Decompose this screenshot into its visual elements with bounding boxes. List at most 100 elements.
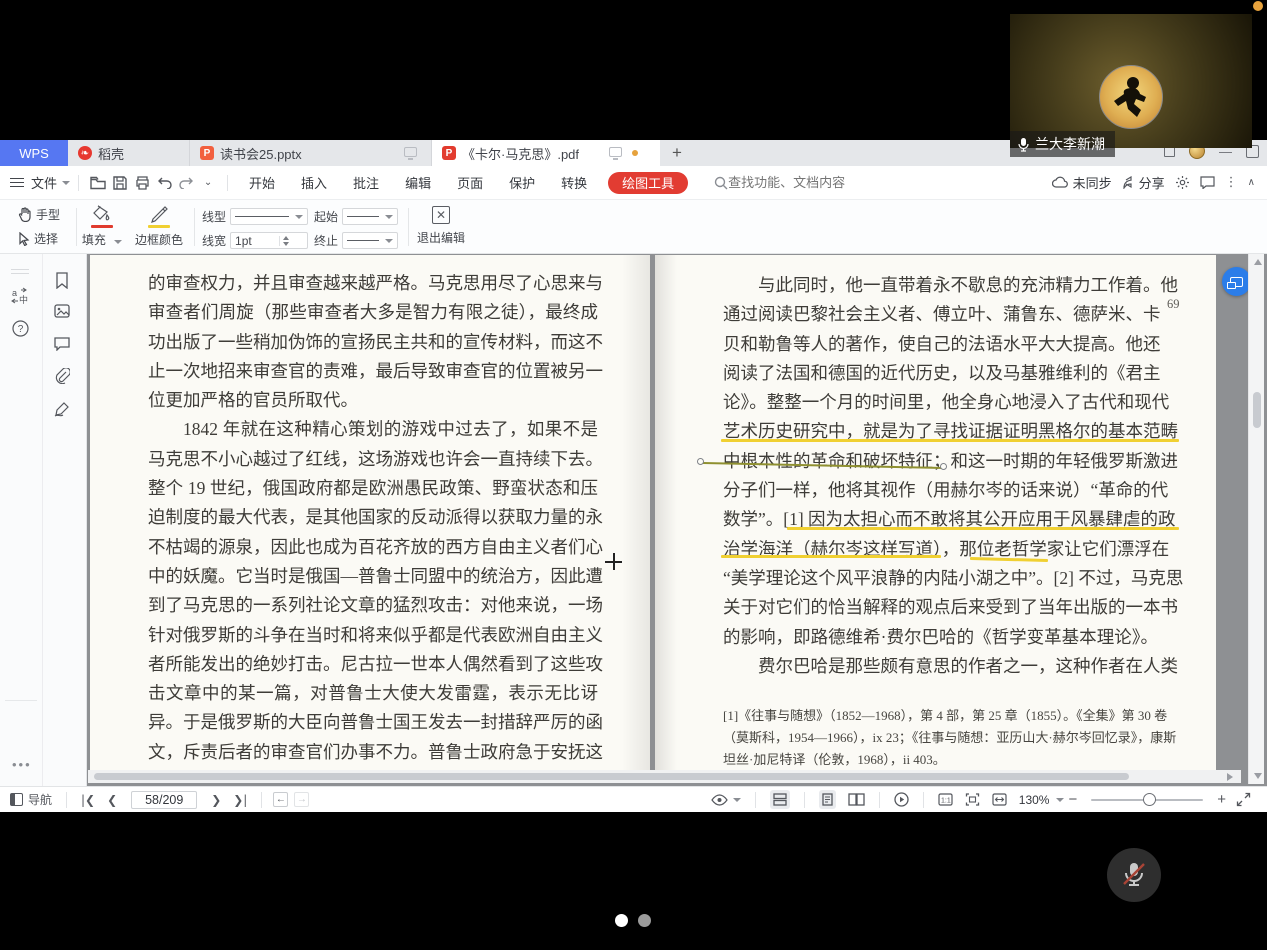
participant-video-tile[interactable]: 兰大李新潮: [1010, 14, 1252, 148]
floating-tool-button[interactable]: [1222, 267, 1251, 296]
annotation-handle-end[interactable]: [940, 463, 947, 470]
divider: [755, 792, 756, 808]
arrow-start-dropdown[interactable]: [342, 208, 398, 225]
text-line: “美学理论这个风平浪静的内陆小湖之中”。[2] 不过，马克思: [723, 564, 1158, 593]
cloud-sync-icon: [1052, 176, 1069, 189]
pdf-page-left: 的审查权力，并且审查越来越严格。马克思用尽了心思来与 审查者们周旋（那些审查者大…: [90, 255, 650, 772]
zoom-dropdown-icon[interactable]: [1056, 798, 1064, 802]
save-icon[interactable]: [110, 173, 130, 193]
participant-avatar: [1099, 65, 1163, 129]
spinner-arrows[interactable]: [279, 236, 289, 246]
redo-icon[interactable]: [176, 173, 196, 193]
horizontal-scroll-thumb[interactable]: [94, 773, 1129, 780]
line-width-input[interactable]: [235, 234, 275, 248]
vertical-scrollbar[interactable]: [1248, 254, 1264, 784]
page-indicator-input[interactable]: [131, 791, 197, 809]
menu-annotate[interactable]: 批注: [340, 173, 392, 192]
first-page-button[interactable]: |❮: [75, 793, 101, 807]
zoom-out-button[interactable]: −: [1064, 791, 1081, 808]
tab-docer[interactable]: ❧ 稻壳: [68, 140, 190, 166]
fit-page-button[interactable]: [965, 793, 980, 806]
arrow-end-dropdown[interactable]: [342, 232, 398, 249]
page-dot-active[interactable]: [615, 914, 628, 927]
help-icon[interactable]: ?: [12, 320, 29, 337]
zoom-value[interactable]: 130%: [1019, 793, 1050, 807]
select-tool[interactable]: 选择: [18, 230, 58, 247]
vertical-scroll-thumb[interactable]: [1253, 392, 1261, 428]
play-slideshow-button[interactable]: [894, 792, 909, 807]
text-line: 止一次地招来审查官的责难，最后导致审查官的位置被另一: [148, 357, 598, 386]
horizontal-scrollbar[interactable]: [88, 770, 1241, 783]
image-icon[interactable]: [54, 304, 70, 318]
highlight-underline[interactable]: [787, 527, 1179, 530]
sync-status[interactable]: 未同步: [1052, 173, 1112, 192]
bookmark-icon[interactable]: [55, 272, 69, 289]
menu-convert[interactable]: 转换: [548, 173, 600, 192]
text-line: 针对俄罗斯的斗争在当时和将来似乎都是代表欧洲自由主义: [148, 621, 598, 650]
translate-icon[interactable]: a中: [11, 287, 29, 305]
exit-edit-button[interactable]: ✕ 退出编辑: [412, 206, 470, 246]
actual-size-button[interactable]: 1:1: [938, 793, 953, 806]
annotation-handle-start[interactable]: [697, 458, 704, 465]
two-page-view-button[interactable]: [848, 793, 865, 806]
mic-on-icon: [1018, 137, 1029, 152]
more-tools-icon[interactable]: •••: [12, 757, 32, 772]
comment-bubble-icon[interactable]: [54, 337, 70, 351]
pdf-file-icon: P: [442, 146, 456, 160]
page-dot[interactable]: [638, 914, 651, 927]
attachment-icon[interactable]: [54, 368, 70, 384]
share-button[interactable]: 分享: [1122, 173, 1165, 192]
menu-edit[interactable]: 编辑: [392, 173, 444, 192]
hand-tool[interactable]: 手型: [18, 206, 60, 223]
scroll-up-arrow-icon[interactable]: [1254, 259, 1262, 265]
settings-gear-icon[interactable]: [1175, 175, 1190, 190]
scroll-down-arrow-icon[interactable]: [1254, 773, 1262, 779]
wps-home-button[interactable]: WPS: [0, 140, 68, 166]
text-line: 迫制度的最大代表，是其他国家的反动派得以获取力量的永: [148, 503, 598, 532]
comment-icon[interactable]: [1200, 176, 1215, 189]
search-input[interactable]: [728, 175, 878, 190]
file-menu[interactable]: 文件: [0, 173, 70, 192]
continuous-layout-button[interactable]: [770, 790, 790, 809]
new-tab-button[interactable]: +: [660, 140, 694, 166]
history-forward-button[interactable]: →: [294, 792, 309, 807]
navigation-panel-button[interactable]: 导航: [10, 791, 52, 808]
more-dots-icon[interactable]: ⋮: [1225, 175, 1238, 190]
toolbar-options-chevron-icon[interactable]: ⌄: [198, 173, 218, 193]
history-back-button[interactable]: ←: [273, 792, 288, 807]
mic-muted-button[interactable]: [1107, 848, 1161, 902]
search-box[interactable]: [714, 175, 878, 190]
menu-insert[interactable]: 插入: [288, 173, 340, 192]
last-page-button[interactable]: ❯|: [227, 793, 253, 807]
single-page-view-button[interactable]: [819, 790, 836, 809]
menu-start[interactable]: 开始: [236, 173, 288, 192]
prev-page-button[interactable]: ❮: [101, 793, 123, 807]
tab-pdf-active[interactable]: P 《卡尔·马克思》.pdf: [432, 140, 660, 166]
drawing-tools-tab[interactable]: 绘图工具: [608, 172, 688, 194]
zoom-in-button[interactable]: +: [1213, 791, 1230, 808]
menu-page[interactable]: 页面: [444, 173, 496, 192]
fullscreen-button[interactable]: [1236, 792, 1251, 807]
print-icon[interactable]: [132, 173, 152, 193]
next-page-button[interactable]: ❯: [205, 793, 227, 807]
collapse-ribbon-icon[interactable]: ∧: [1248, 177, 1255, 188]
eye-protect-button[interactable]: [711, 794, 741, 806]
line-width-stepper[interactable]: [230, 232, 308, 249]
highlight-underline[interactable]: [721, 439, 1179, 442]
slide-page-dots[interactable]: [615, 914, 651, 927]
undo-icon[interactable]: [154, 173, 174, 193]
open-folder-icon[interactable]: [88, 173, 108, 193]
line-type-dropdown[interactable]: [230, 208, 308, 225]
signature-icon[interactable]: [54, 401, 71, 417]
fit-width-button[interactable]: [992, 793, 1007, 806]
menu-protect[interactable]: 保护: [496, 173, 548, 192]
highlight-underline[interactable]: [721, 555, 941, 558]
text-line: 论》。整整一个月的时间里，他全身心地浸入了古代和现代: [723, 388, 1158, 417]
fill-color-button[interactable]: 填充: [80, 203, 124, 248]
zoom-slider[interactable]: [1091, 799, 1203, 801]
page-text: 的审查权力，并且审查越来越严格。马克思用尽了心思来与 审查者们周旋（那些审查者大…: [148, 269, 598, 772]
tab-pptx[interactable]: P 读书会25.pptx: [190, 140, 432, 166]
zoom-slider-knob[interactable]: [1143, 793, 1156, 806]
panel-drag-handle[interactable]: [11, 266, 29, 277]
scroll-right-arrow-icon[interactable]: [1227, 773, 1233, 781]
